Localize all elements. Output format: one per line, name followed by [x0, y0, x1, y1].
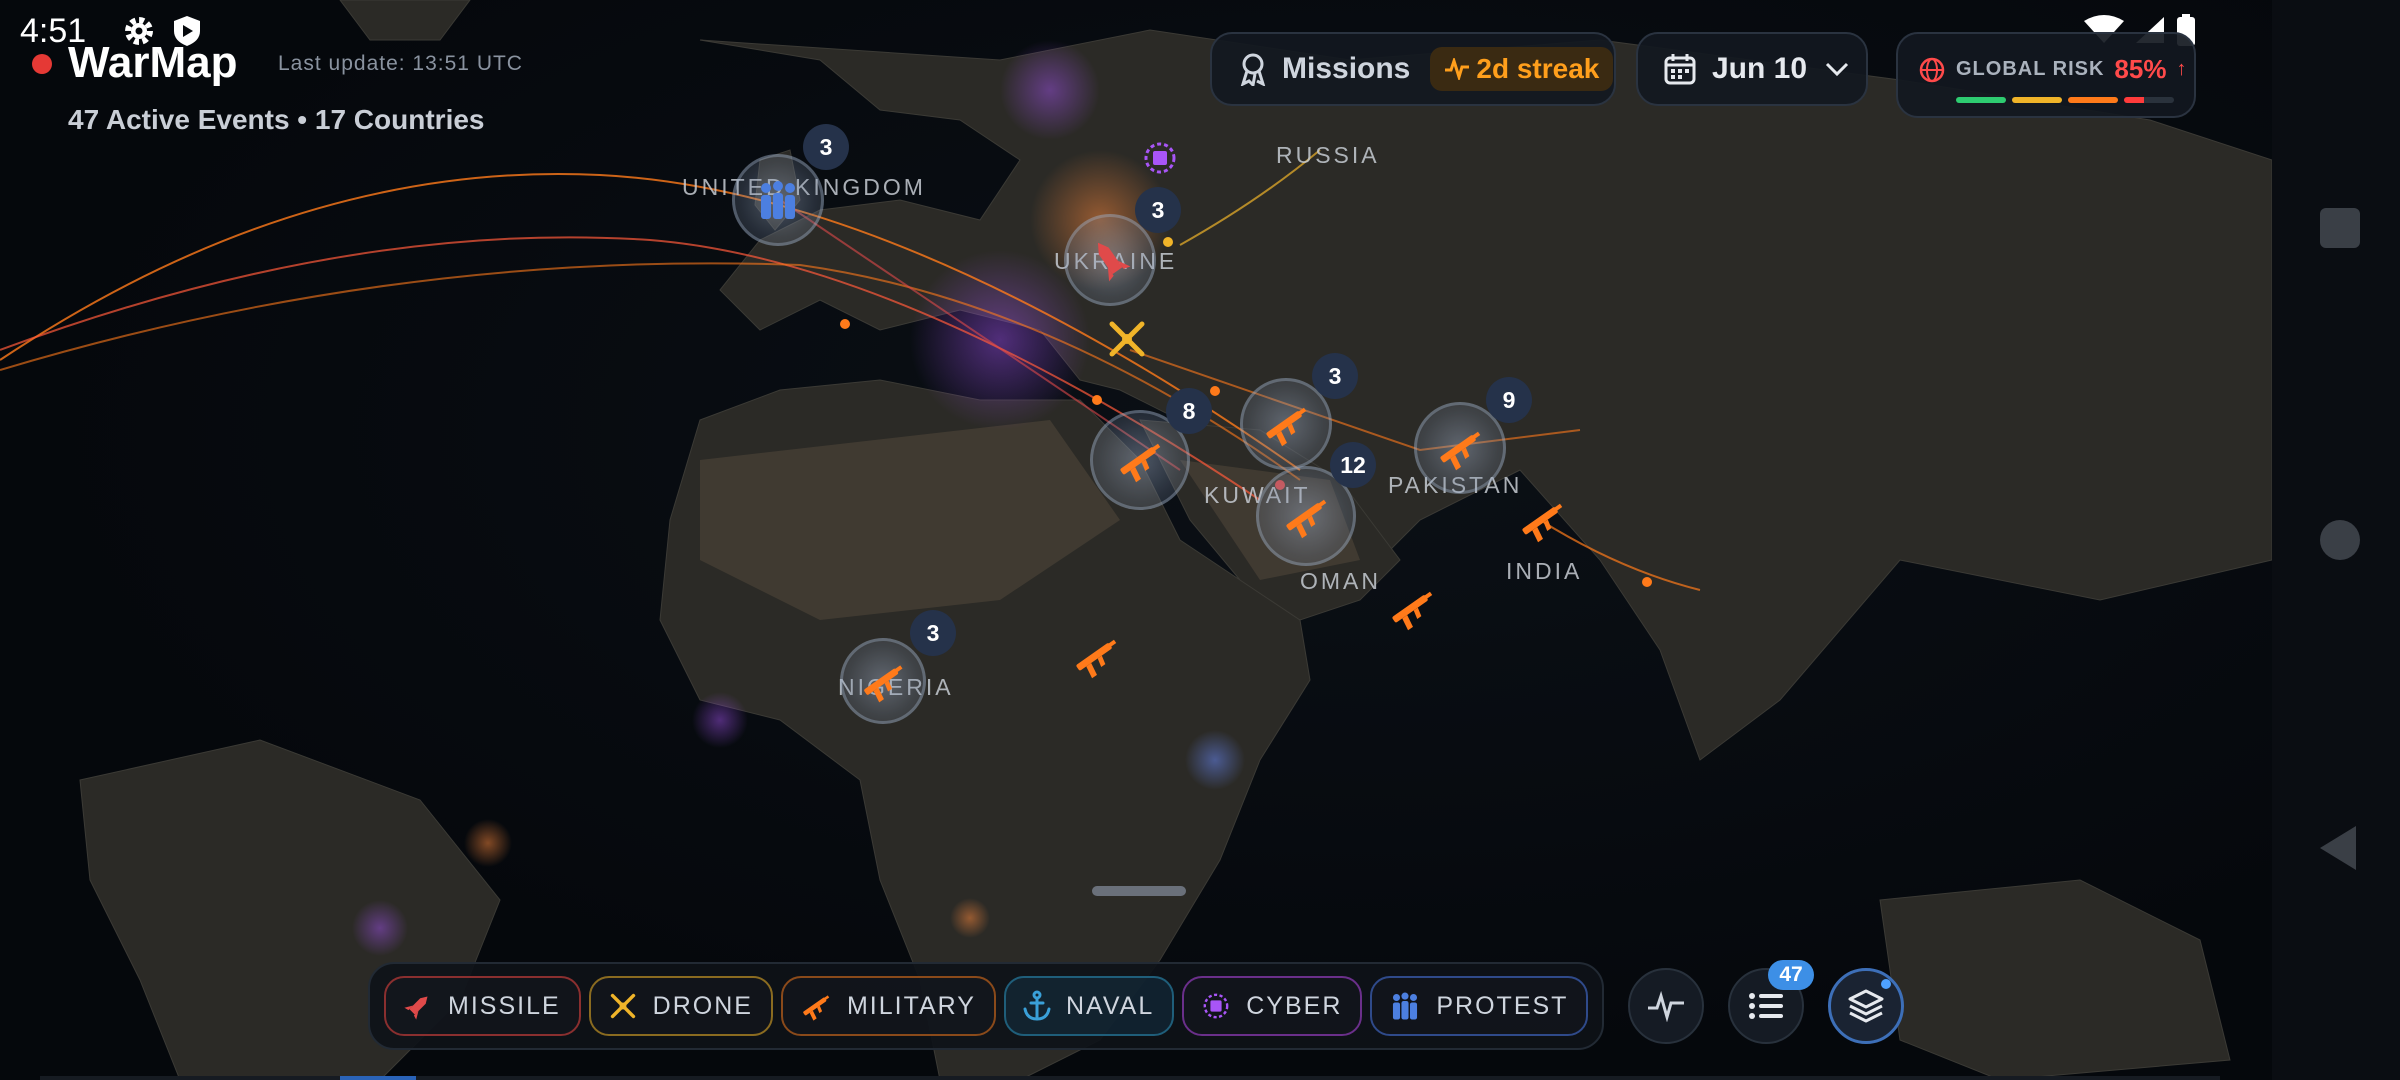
- rifle-icon: [1440, 431, 1481, 471]
- global-risk-indicator[interactable]: GLOBAL RISK 85% ↑: [1896, 32, 2196, 118]
- system-navigation-bar: [2272, 0, 2400, 1080]
- missile-icon: [404, 996, 428, 1020]
- filter-chip-military[interactable]: MILITARY: [780, 976, 996, 1036]
- event-filter-bar: MISSILE DRONE MILITARY NAVAL CYBER PROTE…: [368, 962, 1657, 1050]
- list-icon: [1749, 993, 1783, 1019]
- medal-icon: [1240, 53, 1266, 86]
- cyber-icon: [1203, 993, 1229, 1019]
- filter-label-missile: MISSILE: [448, 991, 561, 1020]
- date-picker-button[interactable]: Jun 10: [1636, 32, 1868, 106]
- globe-icon: [1919, 57, 1945, 82]
- global-risk-label: GLOBAL RISK: [1956, 58, 2105, 80]
- rifle-icon: [1392, 591, 1433, 631]
- anchor-icon: [1023, 990, 1051, 1021]
- filter-chip-naval[interactable]: NAVAL: [1003, 976, 1175, 1036]
- country-label-oman: OMAN: [1300, 568, 1381, 594]
- pulse-icon: [1445, 58, 1470, 80]
- filter-label-cyber: CYBER: [1246, 991, 1343, 1020]
- risk-bar-segment: [2124, 97, 2174, 103]
- greenland-landmass: [339, 0, 471, 41]
- event-count-badge: 47: [1768, 960, 1814, 990]
- protest-icon: [1393, 992, 1418, 1020]
- active-events-summary: 47 Active Events • 17 Countries: [68, 104, 485, 135]
- rifle-icon: [1076, 639, 1117, 679]
- calendar-icon: [1664, 54, 1696, 85]
- streak-label: 2d streak: [1476, 53, 1600, 84]
- rifle-icon: [1120, 443, 1161, 483]
- cluster-count-pakistan: 9: [1486, 377, 1532, 423]
- world-map-canvas: [0, 0, 2272, 1080]
- chevron-down-icon: [1825, 62, 1849, 77]
- rifle-icon: [864, 665, 903, 703]
- country-label-russia: RUSSIA: [1276, 142, 1380, 168]
- rifle-icon: [1266, 407, 1307, 447]
- filter-label-naval: NAVAL: [1065, 991, 1155, 1020]
- layers-active-dot: [1881, 979, 1891, 989]
- risk-trend-arrow: ↑: [2176, 58, 2187, 80]
- recents-button[interactable]: [2320, 208, 2360, 248]
- filter-label-drone: DRONE: [652, 991, 753, 1020]
- bottom-sheet-handle[interactable]: [1092, 886, 1186, 896]
- world-map[interactable]: UNITED KINGDOM UKRAINE RUSSIA KUWAIT PAK…: [0, 0, 2272, 1080]
- risk-bar-segment: [2068, 97, 2118, 103]
- country-label-india: INDIA: [1506, 558, 1583, 584]
- cluster-marker-ukraine[interactable]: [1064, 214, 1156, 306]
- global-risk-value: 85%: [2114, 54, 2167, 84]
- filter-label-protest: PROTEST: [1436, 991, 1569, 1020]
- filter-label-military: MILITARY: [846, 991, 976, 1020]
- activity-pulse-icon: [1648, 990, 1684, 1022]
- rifle-icon: [1522, 503, 1563, 543]
- military-event-marker-india[interactable]: [1516, 494, 1568, 551]
- cluster-count-nigeria: 3: [910, 610, 956, 656]
- drone-icon: [610, 993, 635, 1019]
- activity-button[interactable]: [1628, 968, 1704, 1044]
- app-title: WarMap: [68, 38, 238, 87]
- cluster-count-ukraine: 3: [1135, 187, 1181, 233]
- risk-bar-segment: [1956, 97, 2006, 103]
- military-event-marker-sudan[interactable]: [1070, 630, 1122, 687]
- layers-icon: [1848, 989, 1884, 1023]
- cluster-marker-uk[interactable]: [732, 154, 824, 246]
- filter-chip-missile[interactable]: MISSILE: [384, 976, 581, 1036]
- streak-badge: 2d streak: [1430, 47, 1614, 91]
- risk-level-bar: [1956, 97, 2174, 103]
- missions-button[interactable]: Missions 2d streak: [1210, 32, 1616, 106]
- rifle-icon: [1286, 499, 1327, 539]
- map-layers-button[interactable]: [1828, 968, 1904, 1044]
- australia-landmass: [1879, 879, 2231, 1080]
- filter-chip-protest[interactable]: PROTEST: [1370, 976, 1589, 1036]
- missile-icon: [1097, 242, 1131, 282]
- protest-icon: [761, 181, 795, 219]
- risk-bar-segment: [2012, 97, 2062, 103]
- last-update-text: Last update: 13:51 UTC: [278, 52, 523, 75]
- filter-chip-cyber[interactable]: CYBER: [1182, 976, 1363, 1036]
- home-button[interactable]: [2320, 520, 2360, 560]
- cluster-count-east-med: 8: [1166, 388, 1212, 434]
- cyber-event-marker[interactable]: [1140, 138, 1180, 183]
- live-indicator-dot: [32, 54, 52, 74]
- cluster-count-iraq: 3: [1312, 353, 1358, 399]
- missions-label: Missions: [1282, 52, 1411, 85]
- cluster-marker-nigeria[interactable]: [840, 638, 926, 724]
- cluster-count-uk: 3: [803, 124, 849, 170]
- back-button[interactable]: [2320, 826, 2356, 870]
- military-event-marker-arabian-sea[interactable]: [1386, 582, 1438, 639]
- cluster-count-kuwait: 12: [1330, 442, 1376, 488]
- date-label: Jun 10: [1712, 52, 1808, 85]
- drone-icon: [1109, 321, 1145, 357]
- drone-event-marker[interactable]: [1104, 316, 1150, 367]
- event-list-button[interactable]: 47: [1728, 960, 1814, 1044]
- bottom-divider-accent: [340, 1076, 416, 1080]
- filter-chip-drone[interactable]: DRONE: [588, 976, 773, 1036]
- rifle-icon: [803, 995, 830, 1021]
- cyber-icon: [1144, 142, 1176, 174]
